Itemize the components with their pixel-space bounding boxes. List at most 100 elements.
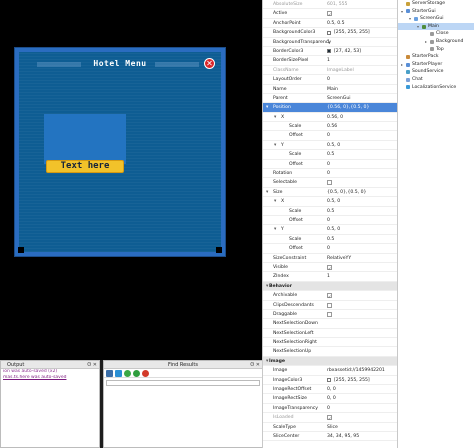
toolbar-refresh-icon[interactable] bbox=[124, 370, 131, 377]
property-row-active[interactable]: Active ✓ bbox=[263, 9, 397, 19]
property-row-isloaded[interactable]: IsLoaded ✓ bbox=[263, 413, 397, 423]
panel-controls-icon[interactable]: ʘ ✕ bbox=[87, 361, 97, 369]
property-row-size[interactable]: ▾ Size {0.5, 0},{0.5, 0} bbox=[263, 188, 397, 198]
property-row-selectable[interactable]: Selectable bbox=[263, 178, 397, 188]
explorer-item-starterpack[interactable]: StarterPack bbox=[398, 53, 474, 61]
property-row-bordersizepixel[interactable]: BorderSizePixel 1 bbox=[263, 56, 397, 66]
game-viewport[interactable]: Hotel Menu ✕ Text here bbox=[0, 0, 262, 360]
color-swatch[interactable] bbox=[327, 378, 331, 383]
expand-arrow-icon[interactable]: ▾ bbox=[266, 357, 268, 366]
property-value[interactable]: 0 bbox=[327, 75, 330, 84]
property-checkbox[interactable]: ✓ bbox=[327, 264, 332, 271]
property-value[interactable]: ScreenGui bbox=[327, 94, 351, 103]
property-value[interactable]: 0.5 bbox=[327, 150, 334, 159]
tree-arrow-icon[interactable]: ▸ bbox=[425, 38, 427, 46]
tree-arrow-icon[interactable]: ▾ bbox=[409, 15, 411, 23]
property-row-x[interactable]: ▾ X 0.5, 0 bbox=[263, 197, 397, 207]
expand-arrow-icon[interactable]: ▾ bbox=[266, 282, 268, 291]
property-value[interactable]: 0.5, 0 bbox=[327, 141, 340, 150]
property-row-nextselectiondown[interactable]: NextSelectionDown bbox=[263, 319, 397, 329]
property-value[interactable]: 0, 0 bbox=[327, 394, 336, 403]
property-checkbox[interactable] bbox=[327, 311, 332, 317]
property-checkbox[interactable]: ✓ bbox=[327, 293, 332, 299]
property-checkbox[interactable]: ✓ bbox=[327, 415, 332, 421]
property-row-name[interactable]: Name Main bbox=[263, 85, 397, 94]
property-value[interactable]: Main bbox=[327, 85, 338, 94]
property-value[interactable]: 1 bbox=[327, 38, 330, 47]
text-here-button[interactable]: Text here bbox=[46, 160, 124, 173]
explorer-item-chat[interactable]: Chat bbox=[398, 76, 474, 84]
property-row-anchorpoint[interactable]: AnchorPoint 0.5, 0.5 bbox=[263, 19, 397, 29]
property-row-draggable[interactable]: Draggable bbox=[263, 310, 397, 320]
explorer-item-top[interactable]: Top bbox=[398, 46, 474, 54]
find-results-list[interactable] bbox=[106, 380, 260, 386]
explorer-item-main[interactable]: ▾ Main bbox=[398, 22, 474, 31]
output-line[interactable]: mas.ts.here was auto-saved bbox=[1, 375, 99, 381]
explorer-item-background[interactable]: ▸ Background bbox=[398, 38, 474, 46]
property-row-image[interactable]: Image rbxassetid://1459942201 bbox=[263, 366, 397, 376]
explorer-item-serverstorage[interactable]: ServerStorage bbox=[398, 0, 474, 8]
expand-arrow-icon[interactable]: ▾ bbox=[266, 188, 268, 197]
property-value[interactable]: 0.56 bbox=[327, 122, 337, 131]
explorer-item-soundservice[interactable]: SoundService bbox=[398, 68, 474, 76]
color-swatch[interactable] bbox=[327, 49, 331, 54]
property-value[interactable]: 0.5 bbox=[327, 207, 334, 216]
property-row-classname[interactable]: ClassName ImageLabel bbox=[263, 66, 397, 76]
property-value[interactable]: 0.5 bbox=[327, 235, 334, 244]
property-row-nextselectionup[interactable]: NextSelectionUp bbox=[263, 347, 397, 357]
property-row-zindex[interactable]: ZIndex 1 bbox=[263, 272, 397, 282]
property-row-rotation[interactable]: Rotation 0 bbox=[263, 169, 397, 179]
expand-arrow-icon[interactable]: ▾ bbox=[266, 103, 268, 112]
tree-arrow-icon[interactable]: ▾ bbox=[401, 8, 403, 16]
panel-controls-icon[interactable]: ʘ ✕ bbox=[250, 361, 260, 369]
property-row-visible[interactable]: Visible ✓ bbox=[263, 263, 397, 273]
property-value[interactable]: rbxassetid://1459942201 bbox=[327, 366, 385, 375]
toolbar-stop-icon[interactable] bbox=[142, 370, 149, 377]
property-row-imagecolor3[interactable]: ImageColor3 [255, 255, 255] bbox=[263, 376, 397, 386]
property-row-layoutorder[interactable]: LayoutOrder 0 bbox=[263, 75, 397, 85]
property-row-behavior[interactable]: ▾ Behavior bbox=[263, 281, 397, 292]
explorer-item-screengui[interactable]: ▾ ScreenGui bbox=[398, 15, 474, 23]
property-value[interactable]: 0.5, 0 bbox=[327, 197, 340, 206]
property-value[interactable]: 0 bbox=[327, 131, 330, 140]
property-row-archivable[interactable]: Archivable ✓ bbox=[263, 291, 397, 301]
property-row-y[interactable]: ▾ Y 0.5, 0 bbox=[263, 225, 397, 235]
property-value[interactable]: 1 bbox=[327, 56, 330, 65]
expand-arrow-icon[interactable]: ▾ bbox=[274, 141, 276, 150]
property-value[interactable]: {0.56, 0},{0.5, 0} bbox=[327, 103, 369, 112]
property-row-offset[interactable]: Offset 0 bbox=[263, 131, 397, 141]
property-value[interactable]: RelativeYY bbox=[327, 254, 351, 263]
property-row-imagetransparency[interactable]: ImageTransparency 0 bbox=[263, 404, 397, 414]
property-value[interactable]: 0.5, 0.5 bbox=[327, 19, 345, 28]
expand-arrow-icon[interactable]: ▾ bbox=[274, 113, 276, 122]
property-row-bordercolor3[interactable]: BorderColor3 [27, 42, 53] bbox=[263, 47, 397, 57]
toolbar-save-icon[interactable] bbox=[115, 370, 122, 377]
property-row-offset[interactable]: Offset 0 bbox=[263, 216, 397, 226]
property-value[interactable]: [27, 42, 53] bbox=[334, 47, 361, 56]
property-row-parent[interactable]: Parent ScreenGui bbox=[263, 94, 397, 104]
property-row-offset[interactable]: Offset 0 bbox=[263, 160, 397, 170]
property-value[interactable]: 1 bbox=[327, 272, 330, 281]
property-value[interactable]: [255, 255, 255] bbox=[334, 28, 370, 37]
toolbar-go-icon[interactable] bbox=[133, 370, 140, 377]
property-value[interactable]: 0, 0 bbox=[327, 385, 336, 394]
property-value[interactable]: Slice bbox=[327, 423, 338, 432]
property-row-absolutesize[interactable]: AbsoluteSize 601, 555 bbox=[263, 0, 397, 10]
tree-arrow-icon[interactable]: ▾ bbox=[417, 23, 419, 31]
explorer-item-startergui[interactable]: ▾ StarterGui bbox=[398, 8, 474, 16]
hotel-menu-frame[interactable]: Hotel Menu ✕ Text here bbox=[14, 47, 226, 257]
explorer-item-localizationservice[interactable]: LocalizationService bbox=[398, 84, 474, 92]
property-value[interactable]: 34, 34, 95, 95 bbox=[327, 432, 359, 441]
property-row-slicecenter[interactable]: SliceCenter 34, 34, 95, 95 bbox=[263, 432, 397, 442]
property-row-y[interactable]: ▾ Y 0.5, 0 bbox=[263, 141, 397, 151]
tree-arrow-icon[interactable]: ▸ bbox=[401, 61, 403, 69]
property-value[interactable]: {0.5, 0},{0.5, 0} bbox=[327, 188, 366, 197]
property-row-nextselectionright[interactable]: NextSelectionRight bbox=[263, 338, 397, 348]
property-value[interactable]: 601, 555 bbox=[327, 0, 347, 9]
property-row-backgroundtransparency[interactable]: BackgroundTransparency 1 bbox=[263, 38, 397, 47]
property-row-nextselectionleft[interactable]: NextSelectionLeft bbox=[263, 329, 397, 339]
toolbar-doc-icon[interactable] bbox=[106, 370, 113, 377]
property-value[interactable]: 0.56, 0 bbox=[327, 113, 343, 122]
property-value[interactable]: 0 bbox=[327, 160, 330, 169]
property-value[interactable]: ImageLabel bbox=[327, 66, 354, 75]
